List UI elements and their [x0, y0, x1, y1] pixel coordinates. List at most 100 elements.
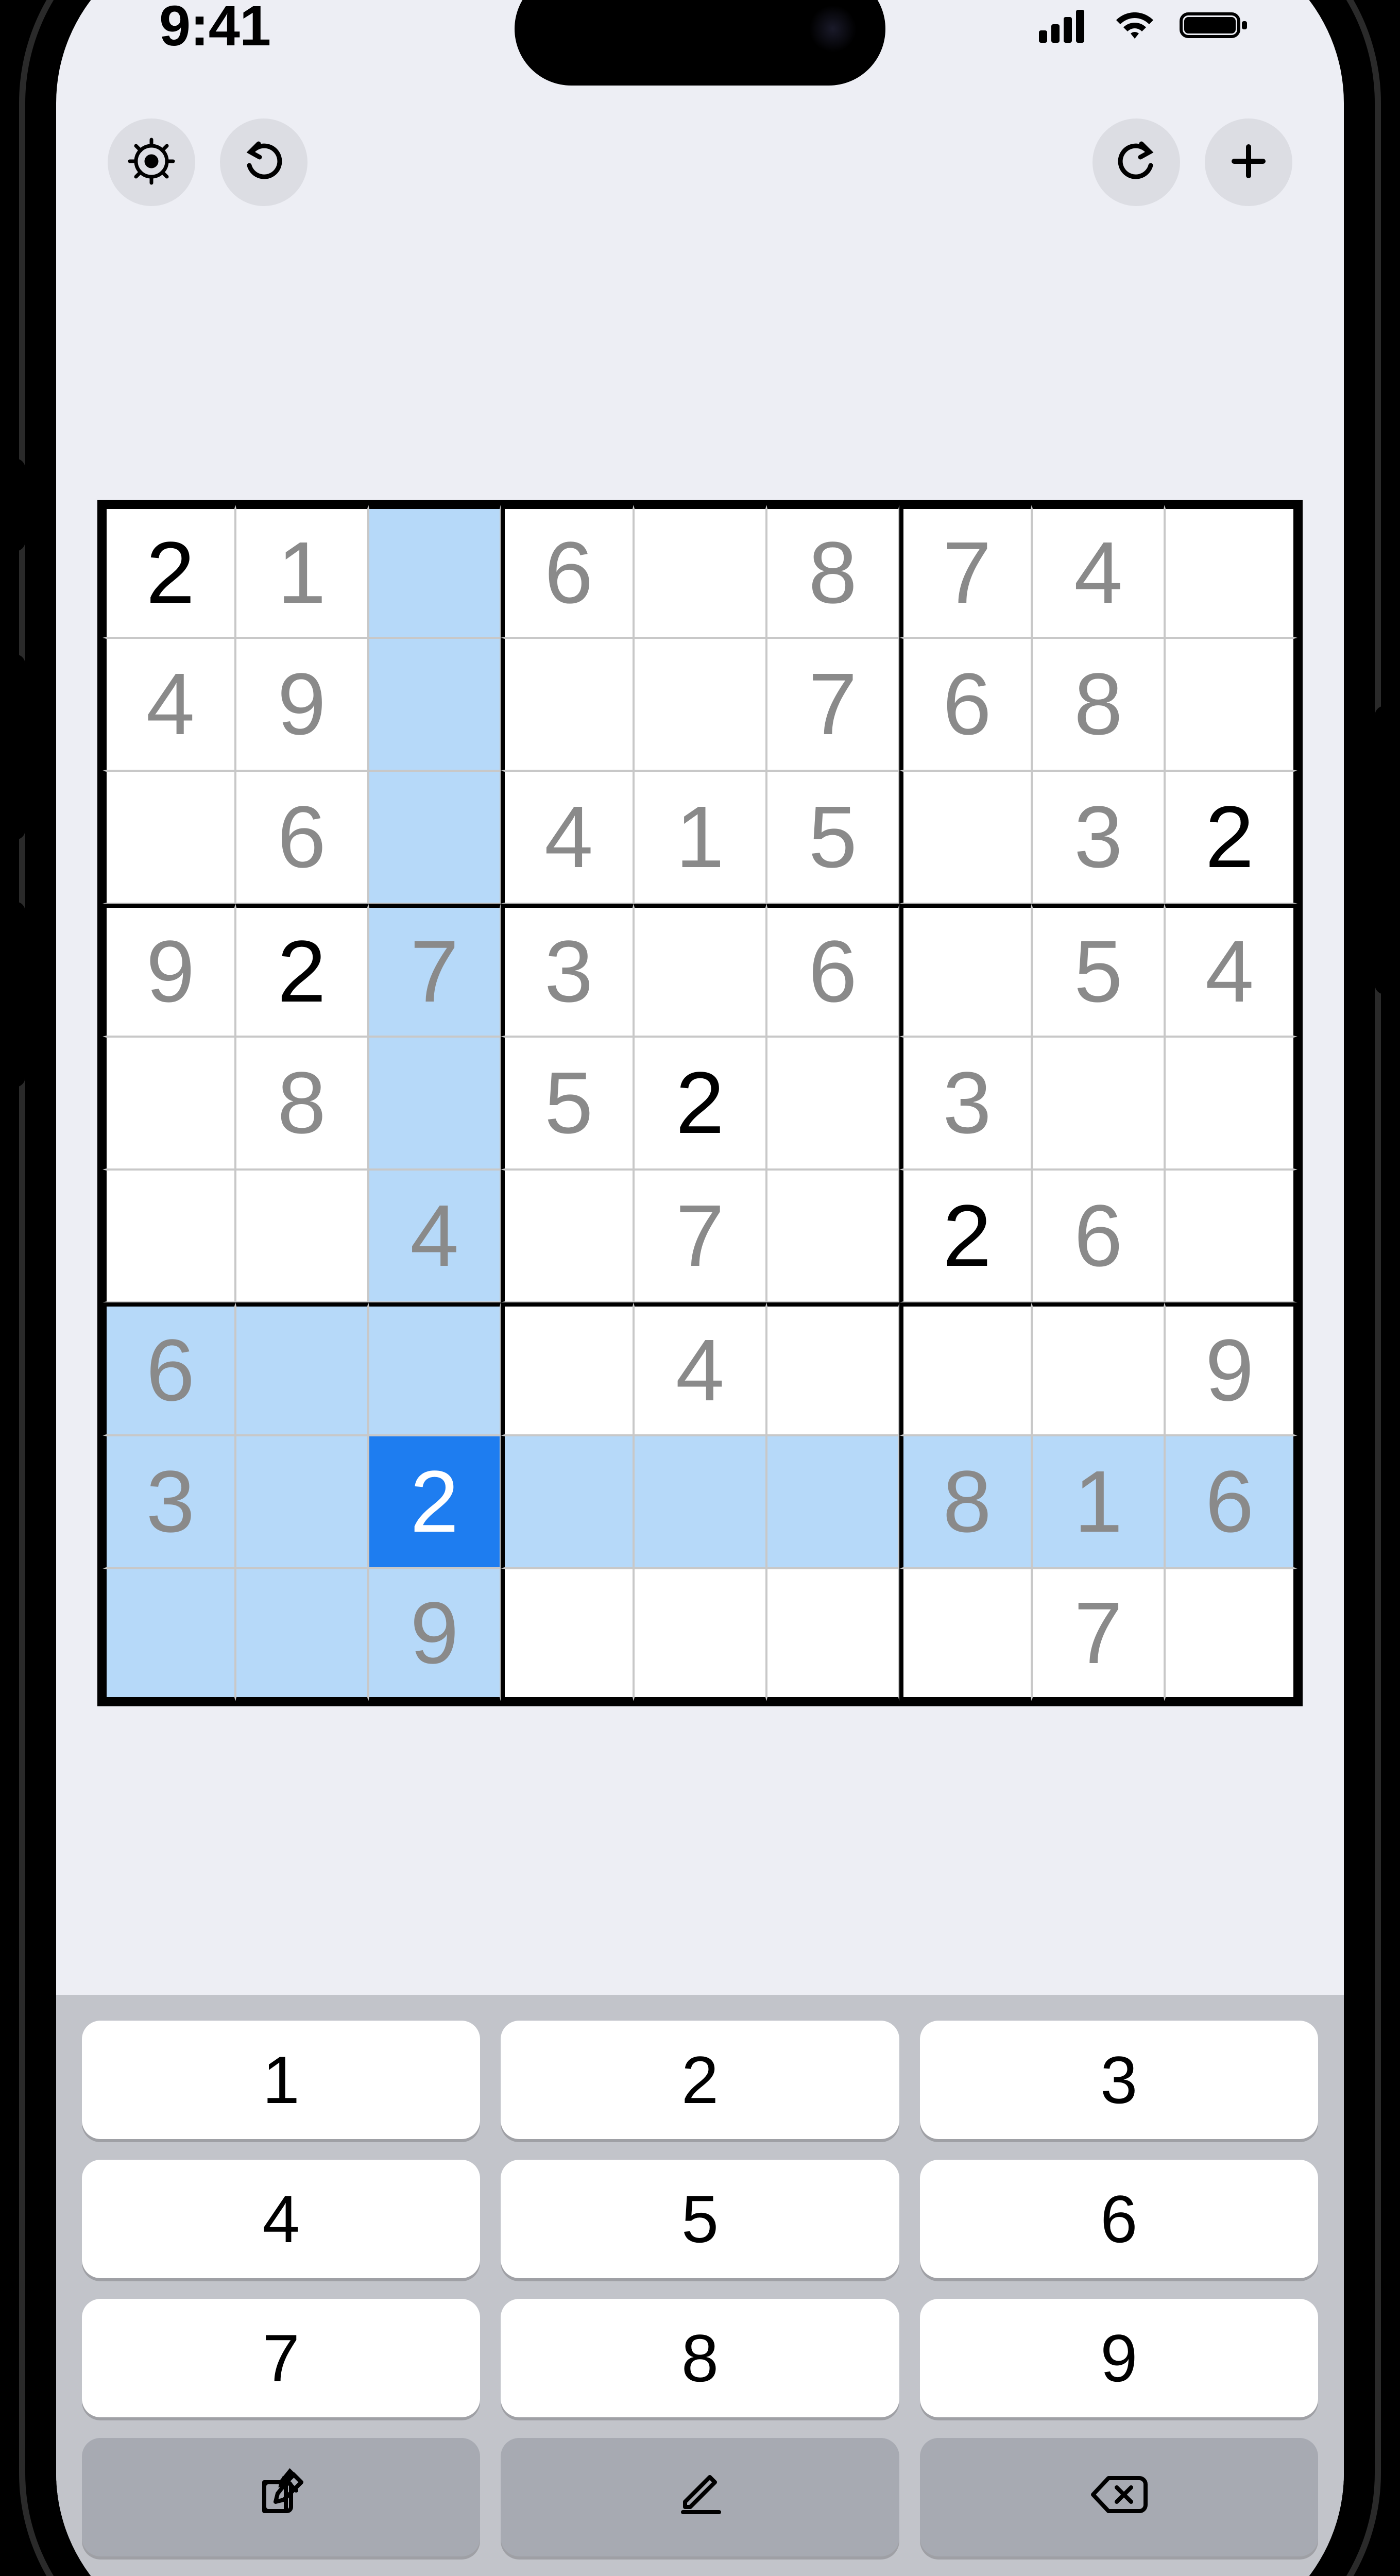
sudoku-cell[interactable] — [235, 1302, 368, 1435]
sudoku-cell[interactable] — [501, 1435, 634, 1568]
sudoku-cell[interactable] — [766, 1037, 899, 1170]
sudoku-cell[interactable]: 3 — [1032, 771, 1165, 904]
sudoku-cell[interactable] — [634, 904, 766, 1037]
numpad-key-6[interactable]: 6 — [920, 2160, 1318, 2278]
sudoku-cell[interactable] — [368, 771, 501, 904]
redo-button[interactable] — [1092, 118, 1180, 206]
sudoku-cell[interactable] — [1165, 1037, 1297, 1170]
sudoku-cell[interactable]: 4 — [501, 771, 634, 904]
sudoku-cell[interactable]: 6 — [766, 904, 899, 1037]
sudoku-cell[interactable] — [766, 1302, 899, 1435]
sudoku-cell[interactable] — [103, 1170, 235, 1302]
sudoku-cell[interactable] — [766, 1568, 899, 1701]
numpad-key-2[interactable]: 2 — [501, 2021, 899, 2139]
sudoku-cell[interactable] — [368, 1037, 501, 1170]
sudoku-cell[interactable]: 3 — [899, 1037, 1032, 1170]
note-mode-button[interactable] — [82, 2438, 480, 2556]
sudoku-cell[interactable]: 7 — [1032, 1568, 1165, 1701]
sudoku-cell[interactable] — [899, 1302, 1032, 1435]
sudoku-cell[interactable] — [766, 1435, 899, 1568]
numpad-key-8[interactable]: 8 — [501, 2299, 899, 2417]
sudoku-cell[interactable] — [634, 1568, 766, 1701]
sudoku-cell[interactable] — [1165, 505, 1297, 638]
sudoku-cell[interactable] — [634, 1435, 766, 1568]
sudoku-cell[interactable]: 6 — [899, 638, 1032, 771]
sudoku-cell[interactable] — [501, 638, 634, 771]
sudoku-cell[interactable] — [368, 505, 501, 638]
sudoku-cell[interactable]: 3 — [501, 904, 634, 1037]
sudoku-cell[interactable]: 6 — [1165, 1435, 1297, 1568]
sudoku-cell[interactable] — [368, 1302, 501, 1435]
numpad-key-9[interactable]: 9 — [920, 2299, 1318, 2417]
sudoku-cell[interactable] — [899, 771, 1032, 904]
numpad-key-1[interactable]: 1 — [82, 2021, 480, 2139]
sudoku-cell[interactable] — [634, 638, 766, 771]
new-game-button[interactable] — [1205, 118, 1292, 206]
sudoku-cell[interactable]: 1 — [1032, 1435, 1165, 1568]
sudoku-cell[interactable]: 7 — [634, 1170, 766, 1302]
sudoku-cell[interactable] — [899, 904, 1032, 1037]
settings-button[interactable] — [108, 118, 195, 206]
sudoku-cell[interactable]: 5 — [1032, 904, 1165, 1037]
sudoku-cell[interactable]: 2 — [634, 1037, 766, 1170]
sudoku-cell[interactable]: 2 — [368, 1435, 501, 1568]
undo-button[interactable] — [220, 118, 308, 206]
sudoku-cell[interactable]: 6 — [501, 505, 634, 638]
sudoku-cell[interactable] — [1165, 1170, 1297, 1302]
numpad-key-3[interactable]: 3 — [920, 2021, 1318, 2139]
sudoku-cell[interactable]: 4 — [103, 638, 235, 771]
sudoku-cell[interactable]: 1 — [235, 505, 368, 638]
sudoku-cell[interactable] — [1032, 1037, 1165, 1170]
sudoku-cell[interactable]: 9 — [235, 638, 368, 771]
sudoku-cell[interactable]: 4 — [1165, 904, 1297, 1037]
sudoku-cell[interactable]: 8 — [899, 1435, 1032, 1568]
sudoku-cell[interactable]: 2 — [899, 1170, 1032, 1302]
sudoku-cell[interactable] — [235, 1568, 368, 1701]
sudoku-cell[interactable] — [368, 638, 501, 771]
sudoku-cell[interactable]: 5 — [766, 771, 899, 904]
sudoku-cell[interactable]: 2 — [1165, 771, 1297, 904]
sudoku-cell[interactable] — [501, 1302, 634, 1435]
sudoku-cell[interactable] — [1032, 1302, 1165, 1435]
sudoku-cell[interactable]: 9 — [103, 904, 235, 1037]
sudoku-cell[interactable]: 2 — [103, 505, 235, 638]
sudoku-cell[interactable]: 4 — [1032, 505, 1165, 638]
numpad-key-4[interactable]: 4 — [82, 2160, 480, 2278]
sudoku-cell[interactable]: 6 — [235, 771, 368, 904]
sudoku-cell[interactable] — [103, 771, 235, 904]
sudoku-cell[interactable]: 3 — [103, 1435, 235, 1568]
sudoku-cell[interactable]: 4 — [368, 1170, 501, 1302]
sudoku-cell[interactable] — [501, 1170, 634, 1302]
sudoku-cell[interactable]: 2 — [235, 904, 368, 1037]
sudoku-cell[interactable] — [1165, 638, 1297, 771]
sudoku-cell[interactable]: 9 — [368, 1568, 501, 1701]
sudoku-cell[interactable]: 8 — [1032, 638, 1165, 771]
erase-button[interactable] — [920, 2438, 1318, 2556]
numpad-key-5[interactable]: 5 — [501, 2160, 899, 2278]
sudoku-cell[interactable] — [899, 1568, 1032, 1701]
sudoku-cell[interactable]: 7 — [766, 638, 899, 771]
sudoku-cell[interactable]: 1 — [634, 771, 766, 904]
sudoku-cell[interactable] — [1165, 1568, 1297, 1701]
toolbar — [56, 118, 1344, 252]
sudoku-cell[interactable] — [103, 1568, 235, 1701]
sudoku-cell[interactable]: 7 — [899, 505, 1032, 638]
sudoku-cell[interactable]: 5 — [501, 1037, 634, 1170]
sudoku-cell[interactable]: 8 — [766, 505, 899, 638]
numpad-key-7[interactable]: 7 — [82, 2299, 480, 2417]
dynamic-island — [515, 0, 885, 86]
sudoku-cell[interactable] — [501, 1568, 634, 1701]
sudoku-cell[interactable] — [235, 1435, 368, 1568]
sudoku-cell[interactable]: 8 — [235, 1037, 368, 1170]
sudoku-cell[interactable] — [235, 1170, 368, 1302]
sudoku-cell[interactable] — [634, 505, 766, 638]
volume-up-button — [6, 654, 25, 840]
sudoku-cell[interactable]: 6 — [1032, 1170, 1165, 1302]
pencil-button[interactable] — [501, 2438, 899, 2556]
sudoku-cell[interactable] — [766, 1170, 899, 1302]
sudoku-cell[interactable]: 4 — [634, 1302, 766, 1435]
sudoku-cell[interactable] — [103, 1037, 235, 1170]
sudoku-cell[interactable]: 9 — [1165, 1302, 1297, 1435]
sudoku-cell[interactable]: 6 — [103, 1302, 235, 1435]
sudoku-cell[interactable]: 7 — [368, 904, 501, 1037]
